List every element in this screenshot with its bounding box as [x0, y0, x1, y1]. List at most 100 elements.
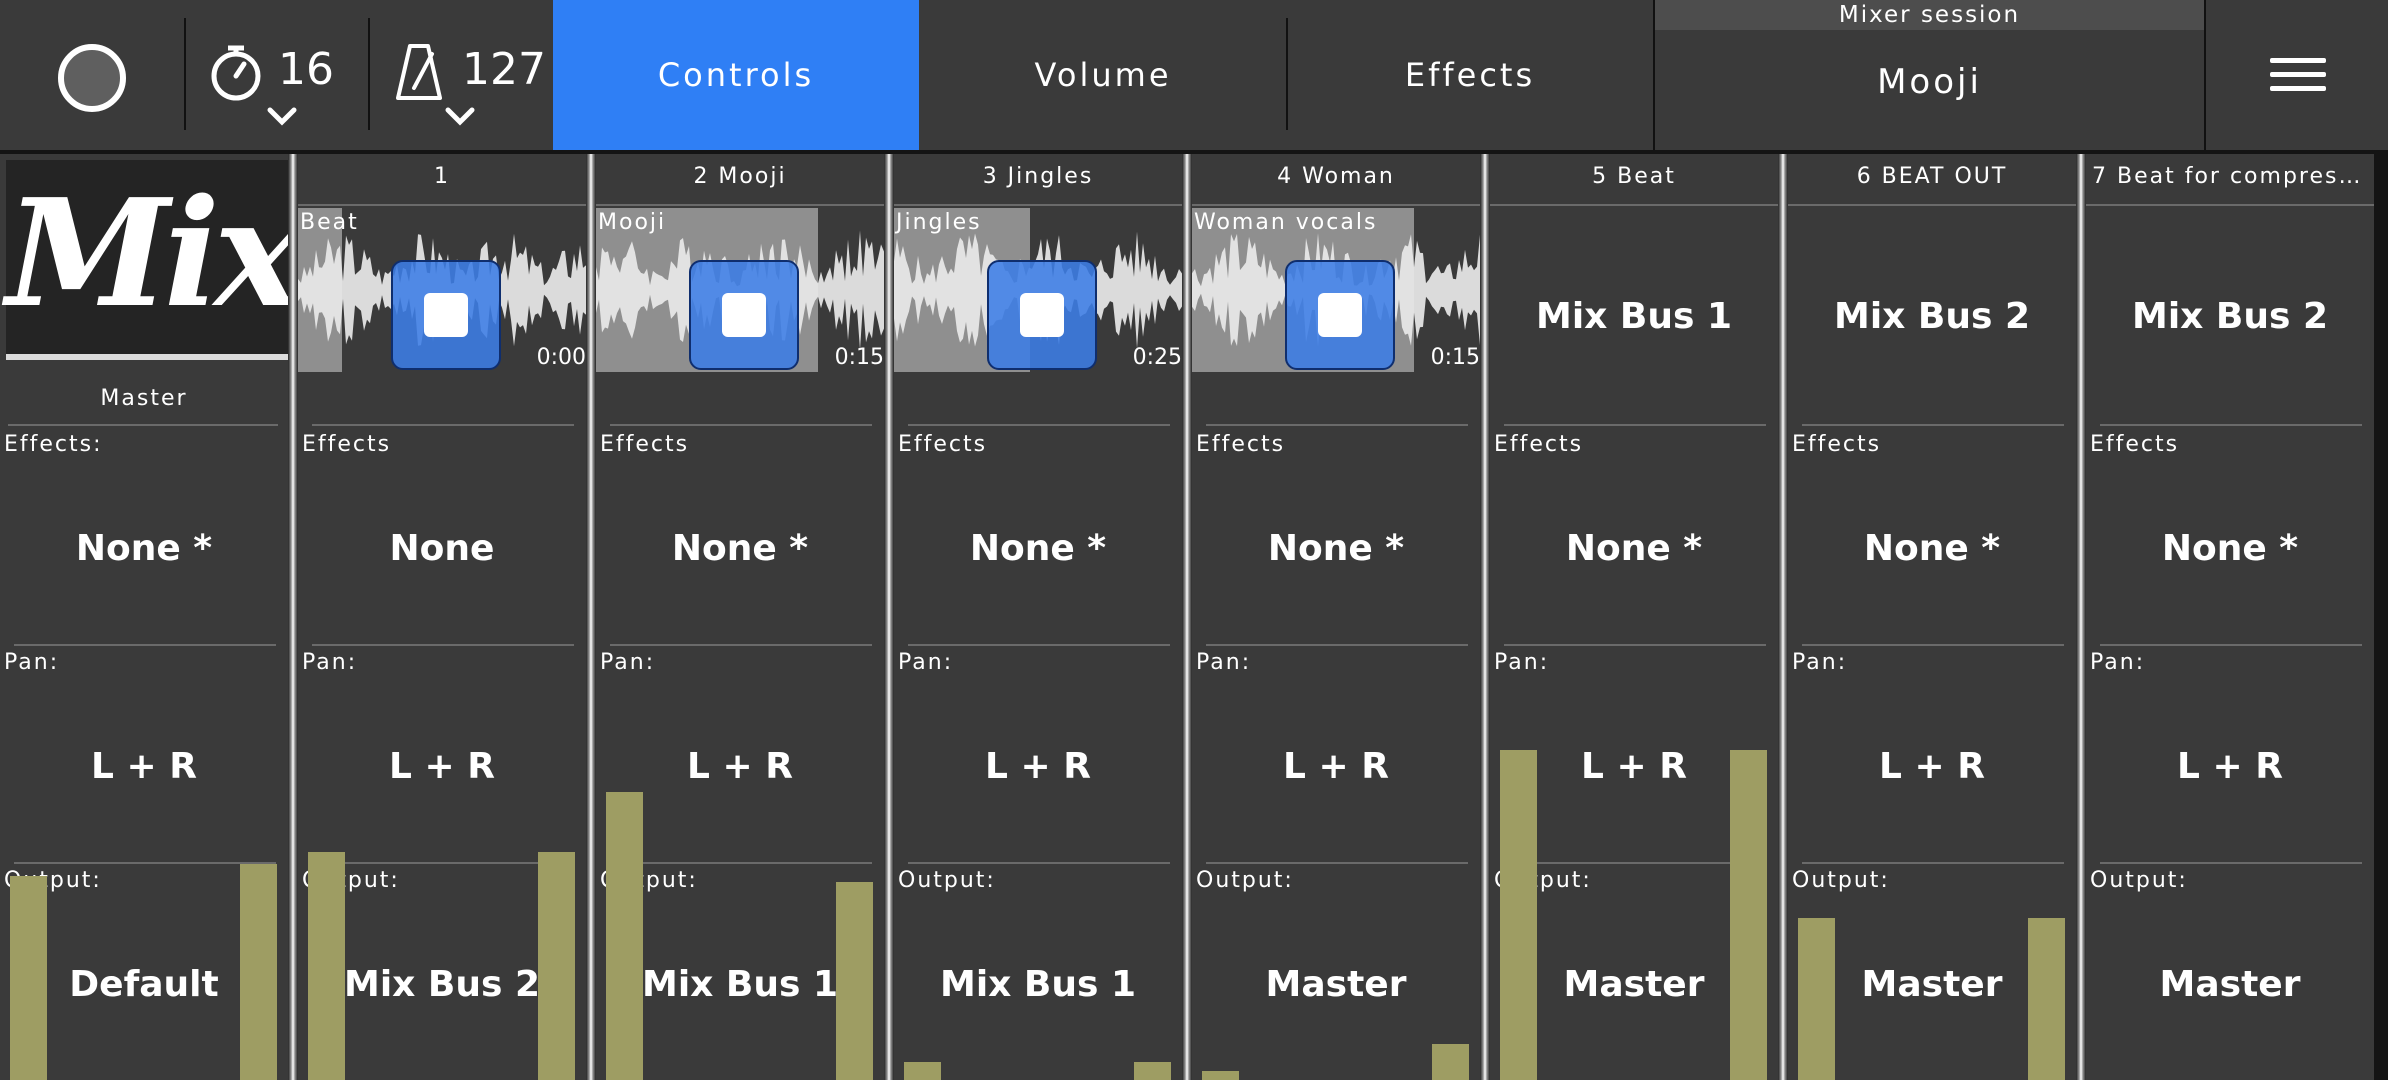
effects-value[interactable]: None *: [596, 528, 884, 569]
divider-rule: [610, 424, 872, 426]
channel-strip: 4 Woman Woman vocals 0:15 Effects None *…: [1192, 154, 1480, 1080]
bus-slot[interactable]: Mix Bus 1: [1490, 208, 1778, 372]
channel-strip: 6 BEAT OUT Mix Bus 2 Effects None * Pan:…: [1788, 154, 2076, 1080]
effects-label: Effects: [600, 432, 690, 457]
pan-value[interactable]: L + R: [596, 746, 884, 787]
output-label: Output:: [2090, 868, 2188, 893]
channel-strip: 2 Mooji Mooji 0:15 Effects None * Pan: L…: [596, 154, 884, 1080]
tab-controls[interactable]: Controls: [553, 0, 919, 150]
channel-title[interactable]: 3 Jingles: [894, 164, 1182, 189]
pan-value[interactable]: L + R: [298, 746, 586, 787]
divider-rule: [2086, 204, 2374, 206]
output-value[interactable]: Master: [1490, 964, 1778, 1005]
master-effects-value[interactable]: None *: [0, 528, 288, 569]
clip-slot[interactable]: Mooji 0:15: [596, 208, 884, 372]
tab-volume[interactable]: Volume: [920, 0, 1286, 150]
stop-clip-button[interactable]: [689, 260, 799, 370]
output-value[interactable]: Mix Bus 1: [596, 964, 884, 1005]
metronome-icon: [396, 44, 442, 100]
mix-logo-text: Mix: [6, 166, 302, 340]
channel-strip: 1 Beat 0:00 Effects None Pan: L + R Outp…: [298, 154, 586, 1080]
divider-rule: [2100, 424, 2362, 426]
divider-rule: [1802, 424, 2064, 426]
channel-title[interactable]: 4 Woman: [1192, 164, 1480, 189]
divider-rule: [312, 644, 574, 646]
divider-rule: [1802, 644, 2064, 646]
stop-clip-button[interactable]: [1285, 260, 1395, 370]
stop-clip-button[interactable]: [391, 260, 501, 370]
clip-time: 0:15: [834, 345, 884, 370]
pan-label: Pan:: [1792, 650, 1848, 675]
channel-title[interactable]: 5 Beat: [1490, 164, 1778, 189]
divider-rule: [1206, 644, 1468, 646]
pan-value[interactable]: L + R: [1788, 746, 2076, 787]
master-pan-value[interactable]: L + R: [0, 746, 288, 787]
level-meter-left: [1202, 1071, 1239, 1080]
divider-rule: [14, 862, 276, 864]
effects-label: Effects: [1196, 432, 1286, 457]
divider-rule: [1504, 862, 1766, 864]
divider-rule: [2100, 862, 2362, 864]
strip-divider: [1182, 154, 1192, 1080]
output-value[interactable]: Mix Bus 2: [298, 964, 586, 1005]
session-name: Mooji: [1877, 62, 1982, 102]
output-label: Output:: [1792, 868, 1890, 893]
strip-divider: [1480, 154, 1490, 1080]
output-value[interactable]: Master: [1192, 964, 1480, 1005]
divider-rule: [1788, 204, 2076, 206]
effects-value[interactable]: None *: [1192, 528, 1480, 569]
pan-value[interactable]: L + R: [2086, 746, 2374, 787]
effects-label: Effects: [1792, 432, 1882, 457]
output-label: Output:: [1196, 868, 1294, 893]
stopwatch-icon: [211, 45, 261, 101]
divider-rule: [596, 204, 884, 206]
output-value[interactable]: Master: [1788, 964, 2076, 1005]
clip-name: Woman vocals: [1194, 210, 1378, 235]
output-value[interactable]: Master: [2086, 964, 2374, 1005]
clip-slot[interactable]: Jingles 0:25: [894, 208, 1182, 372]
menu-button[interactable]: [2206, 0, 2388, 150]
level-meter-right: [1432, 1044, 1469, 1080]
channel-title[interactable]: 2 Mooji: [596, 164, 884, 189]
output-value[interactable]: Mix Bus 1: [894, 964, 1182, 1005]
effects-value[interactable]: None *: [2086, 528, 2374, 569]
effects-value[interactable]: None: [298, 528, 586, 569]
clip-slot[interactable]: Beat 0:00: [298, 208, 586, 372]
tempo-value: 127: [462, 44, 546, 95]
divider-rule: [610, 862, 872, 864]
master-name: Master: [100, 386, 188, 411]
bus-name: Mix Bus 2: [2132, 296, 2328, 337]
tab-effects[interactable]: Effects: [1287, 0, 1653, 150]
stop-clip-button[interactable]: [987, 260, 1097, 370]
strip-divider: [586, 154, 596, 1080]
divider-rule: [894, 204, 1182, 206]
mix-logo: Mix: [6, 160, 302, 360]
effects-label: Effects:: [4, 432, 103, 457]
effects-value[interactable]: None *: [1490, 528, 1778, 569]
pan-label: Pan:: [898, 650, 954, 675]
divider-rule: [298, 204, 586, 206]
level-meter-right: [1730, 750, 1767, 1080]
master-strip: Mix Master Effects: None * Pan: L + R Ou…: [0, 154, 302, 1080]
level-meter-left: [904, 1062, 941, 1080]
bus-slot[interactable]: Mix Bus 2: [2086, 208, 2374, 372]
master-output-value[interactable]: Default: [0, 964, 288, 1005]
channel-title[interactable]: 7 Beat for compress…: [2086, 164, 2374, 189]
clip-slot[interactable]: Woman vocals 0:15: [1192, 208, 1480, 372]
channel-title[interactable]: 6 BEAT OUT: [1788, 164, 2076, 189]
clip-name: Jingles: [896, 210, 982, 235]
clip-name: Mooji: [598, 210, 667, 235]
pan-value[interactable]: L + R: [1192, 746, 1480, 787]
divider-rule: [1504, 424, 1766, 426]
effects-value[interactable]: None *: [1788, 528, 2076, 569]
tempo-selector[interactable]: 127: [370, 0, 554, 150]
mixer-session-selector[interactable]: Mixer session Mooji: [1655, 0, 2204, 150]
effects-value[interactable]: None *: [894, 528, 1182, 569]
metronome-count-selector[interactable]: 16: [186, 0, 370, 150]
pan-value[interactable]: L + R: [894, 746, 1182, 787]
record-button[interactable]: [0, 0, 184, 150]
effects-label: Effects: [1494, 432, 1584, 457]
divider-rule: [2100, 644, 2362, 646]
channel-title[interactable]: 1: [298, 164, 586, 189]
bus-slot[interactable]: Mix Bus 2: [1788, 208, 2076, 372]
